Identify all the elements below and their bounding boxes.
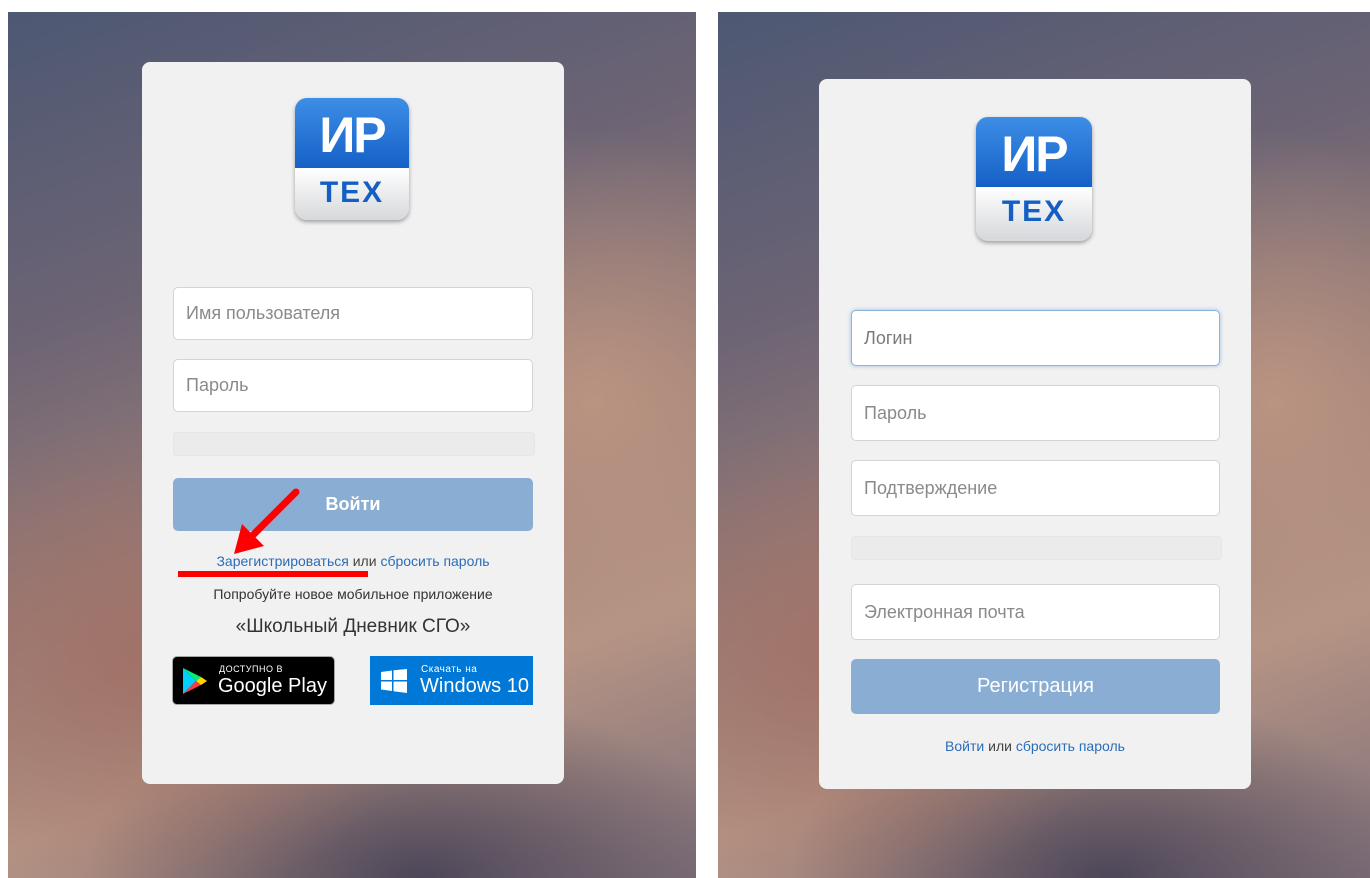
promo-text: Попробуйте новое мобильное приложение: [213, 586, 493, 602]
or-text: или: [988, 738, 1012, 754]
username-input[interactable]: [173, 287, 533, 340]
logo-top-text: ИР: [976, 117, 1092, 187]
windows-store-badge[interactable]: Скачать на Windows 10: [370, 656, 533, 705]
windows-big-text: Windows 10: [420, 675, 529, 697]
login-input[interactable]: [851, 310, 1220, 366]
captcha-placeholder: [173, 432, 535, 456]
windows-icon: [381, 669, 407, 693]
login-link[interactable]: Войти: [945, 738, 984, 754]
login-screen-panel: ИР ТЕХ Войти Зарегистрироваться или сбро…: [8, 12, 696, 878]
google-play-icon: [183, 668, 207, 694]
auth-links: Войти или сбросить пароль: [819, 738, 1251, 754]
reset-password-link[interactable]: сбросить пароль: [380, 553, 489, 569]
logo-bottom-text: ТЕХ: [976, 187, 1092, 239]
irtech-logo: ИР ТЕХ: [295, 98, 409, 220]
google-play-badge[interactable]: ДОСТУПНО В Google Play: [172, 656, 335, 705]
logo-bottom-text: ТЕХ: [295, 168, 409, 220]
auth-links: Зарегистрироваться или сбросить пароль: [142, 553, 564, 569]
red-underline-annotation: [178, 571, 368, 577]
windows-small-text: Скачать на: [421, 664, 478, 675]
login-card: ИР ТЕХ Войти Зарегистрироваться или сбро…: [142, 62, 564, 784]
or-text: или: [352, 553, 377, 569]
google-play-big-text: Google Play: [218, 675, 327, 697]
register-button[interactable]: Регистрация: [851, 659, 1220, 714]
reset-password-link[interactable]: сбросить пароль: [1016, 738, 1125, 754]
app-name: «Школьный Дневник СГО»: [235, 616, 471, 637]
email-input[interactable]: [851, 584, 1220, 640]
google-play-small-text: ДОСТУПНО В: [219, 664, 283, 674]
captcha-placeholder: [851, 536, 1222, 560]
irtech-logo: ИР ТЕХ: [976, 117, 1092, 241]
password-confirm-input[interactable]: [851, 460, 1220, 516]
login-button[interactable]: Войти: [173, 478, 533, 531]
register-card: ИР ТЕХ Регистрация Войти или сбросить па…: [819, 79, 1251, 789]
password-input[interactable]: [851, 385, 1220, 441]
logo-top-text: ИР: [295, 98, 409, 168]
red-arrow-annotation: [234, 488, 300, 554]
register-screen-panel: ИР ТЕХ Регистрация Войти или сбросить па…: [718, 12, 1370, 878]
password-input[interactable]: [173, 359, 533, 412]
